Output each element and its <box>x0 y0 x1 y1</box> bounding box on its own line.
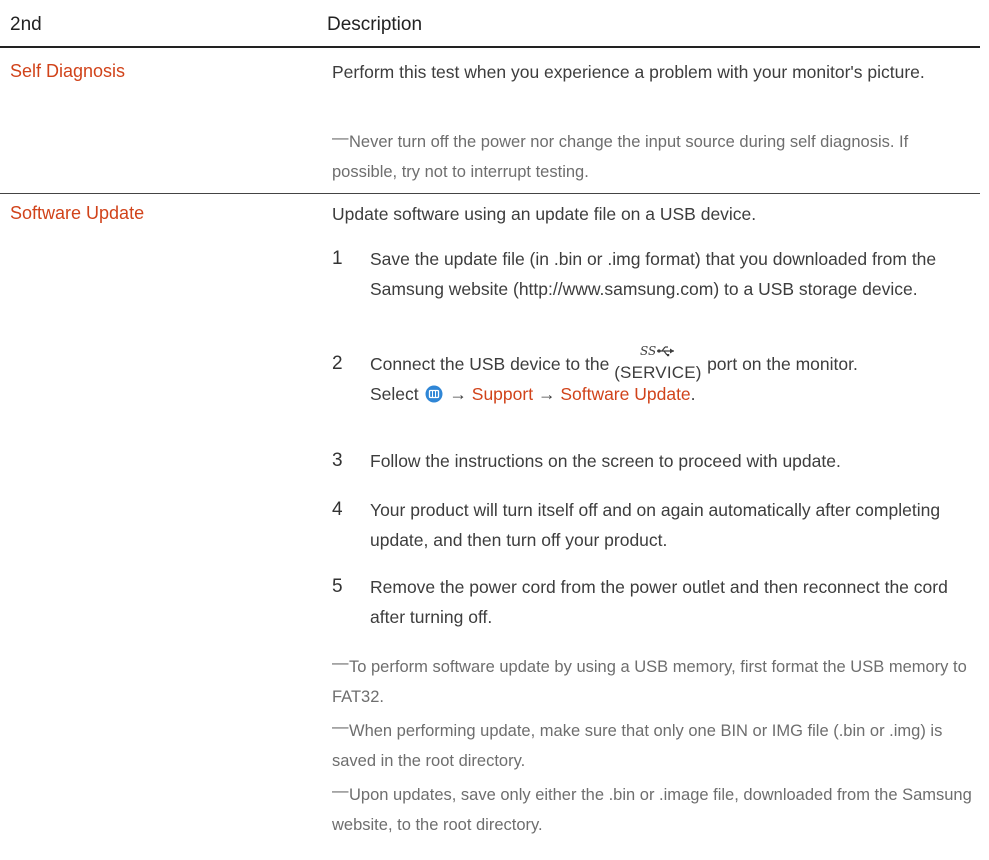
service-port-text: (SERVICE) <box>614 363 702 382</box>
step-text: Connect the USB device to the SS (SERVIC… <box>370 344 972 409</box>
note-text: To perform software update by using a US… <box>332 658 967 706</box>
self-diagnosis-label: Self Diagnosis <box>10 61 126 81</box>
self-diagnosis-note-text: Never turn off the power nor change the … <box>332 133 909 181</box>
step-text: Your product will turn itself off and on… <box>370 500 941 550</box>
menu-button-icon <box>425 385 443 403</box>
software-update-description: Update software using an update file on … <box>332 204 757 224</box>
arrow-icon: → <box>537 384 556 404</box>
step-text: Save the update file (in .bin or .img fo… <box>370 249 937 299</box>
step-4: 4 Your product will turn itself off and … <box>332 495 972 555</box>
step-number: 5 <box>332 576 343 597</box>
note-text: When performing update, make sure that o… <box>332 722 943 770</box>
note-dash-icon: ― <box>332 718 349 736</box>
manual-page: 2nd Description Self Diagnosis Perform t… <box>0 0 989 860</box>
table-header-first-column: 2nd <box>10 14 42 35</box>
software-update-note-1: ― To perform software update by using a … <box>332 652 972 712</box>
arrow-icon: → <box>449 384 467 404</box>
note-dash-icon: ― <box>332 129 349 147</box>
row-divider <box>0 193 980 194</box>
usb-service-port-label: SS (SERVICE) <box>614 344 702 382</box>
step-number: 3 <box>332 450 343 471</box>
step-1: 1 Save the update file (in .bin or .img … <box>332 244 972 304</box>
svg-text:SS: SS <box>640 344 656 358</box>
self-diagnosis-note: ― Never turn off the power nor change th… <box>332 127 972 187</box>
header-divider <box>0 46 980 48</box>
menu-path-support: Support <box>471 384 534 404</box>
step-text: Remove the power cord from the power out… <box>370 577 948 627</box>
self-diagnosis-description: Perform this test when you experience a … <box>332 62 925 82</box>
step-3: 3 Follow the instructions on the screen … <box>332 446 972 476</box>
step-2-text-before: Connect the USB device to the <box>370 354 610 374</box>
select-label: Select <box>370 384 419 404</box>
step-2: 2 Connect the USB device to the SS (SERV… <box>332 344 972 409</box>
note-dash-icon: ― <box>332 782 349 800</box>
step-number: 4 <box>332 499 343 520</box>
table-header-description: Description <box>327 14 423 35</box>
software-update-label: Software Update <box>10 203 145 223</box>
software-update-note-3: ― Upon updates, save only either the .bi… <box>332 780 972 840</box>
step-text: Follow the instructions on the screen to… <box>370 451 841 471</box>
superspeed-usb-icon: SS <box>640 344 675 358</box>
software-update-note-2: ― When performing update, make sure that… <box>332 716 972 776</box>
step-number: 2 <box>332 353 343 374</box>
note-dash-icon: ― <box>332 654 349 672</box>
step-5: 5 Remove the power cord from the power o… <box>332 572 972 632</box>
step-2-text-after: port on the monitor. <box>707 354 858 374</box>
step-number: 1 <box>332 248 343 269</box>
note-text: Upon updates, save only either the .bin … <box>332 786 972 834</box>
